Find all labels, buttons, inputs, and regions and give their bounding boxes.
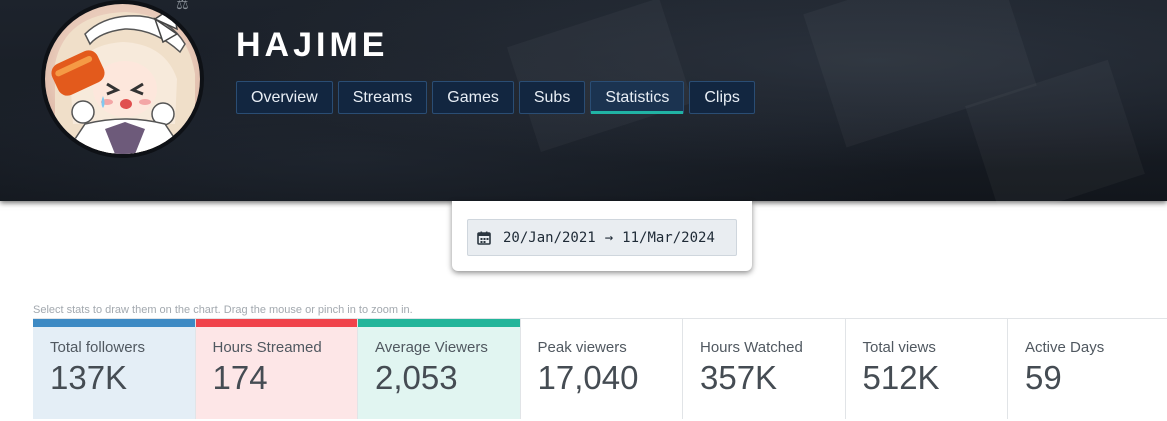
- channel-tabs: Overview Streams Games Subs Statistics C…: [236, 81, 760, 114]
- stat-peak-viewers[interactable]: Peak viewers 17,040: [520, 319, 683, 419]
- banner-decoration: [507, 0, 693, 152]
- stat-selected-bar: [358, 319, 520, 327]
- stat-value: 2,053: [375, 359, 458, 396]
- tab-clips[interactable]: Clips: [689, 81, 755, 114]
- stat-value: 59: [1025, 359, 1062, 396]
- stat-label: Total followers: [50, 339, 146, 356]
- stat-value: 174: [212, 359, 268, 396]
- scale-icon: ⚖: [176, 0, 189, 13]
- date-range-panel: 20/Jan/2021 → 11/Mar/2024: [452, 201, 752, 271]
- date-range-end: 11/Mar/2024: [622, 229, 715, 246]
- avatar-illustration: [51, 5, 195, 154]
- stat-total-views[interactable]: Total views 512K: [845, 319, 1008, 419]
- stat-average-viewers[interactable]: Average Viewers 2,053: [358, 319, 521, 419]
- date-range-picker[interactable]: 20/Jan/2021 → 11/Mar/2024: [467, 219, 737, 256]
- stat-hours-watched[interactable]: Hours Watched 357K: [683, 319, 846, 419]
- channel-name: HAJIME: [236, 26, 389, 64]
- date-range-start: 20/Jan/2021: [503, 229, 596, 246]
- arrow-right-icon: →: [604, 229, 614, 246]
- stat-label: Total views: [862, 339, 936, 356]
- tab-games[interactable]: Games: [432, 81, 514, 114]
- stat-label: Peak viewers: [537, 339, 627, 356]
- stat-value: 137K: [50, 359, 128, 396]
- stat-hours-streamed[interactable]: Hours Streamed 174: [195, 319, 358, 419]
- calendar-icon: [477, 231, 491, 245]
- tab-statistics[interactable]: Statistics: [590, 81, 685, 114]
- stat-active-days[interactable]: Active Days 59: [1008, 319, 1167, 419]
- tab-overview[interactable]: Overview: [236, 81, 333, 114]
- stat-value: 17,040: [537, 359, 639, 396]
- stats-row: Total followers 137K Hours Streamed 174 …: [33, 318, 1167, 419]
- stat-label: Active Days: [1025, 339, 1105, 356]
- stat-value: 357K: [700, 359, 778, 396]
- stat-label: Average Viewers: [375, 339, 488, 356]
- stat-label: Hours Watched: [700, 339, 803, 356]
- stat-value: 512K: [862, 359, 940, 396]
- stat-selected-bar: [195, 319, 357, 327]
- chart-hint-text: Select stats to draw them on the chart. …: [33, 304, 413, 316]
- stat-label: Hours Streamed: [212, 339, 322, 356]
- channel-avatar: [41, 0, 204, 158]
- tab-subs[interactable]: Subs: [518, 81, 586, 114]
- tab-streams[interactable]: Streams: [337, 81, 428, 114]
- stat-total-followers[interactable]: Total followers 137K: [33, 319, 196, 419]
- stat-selected-bar: [33, 319, 195, 327]
